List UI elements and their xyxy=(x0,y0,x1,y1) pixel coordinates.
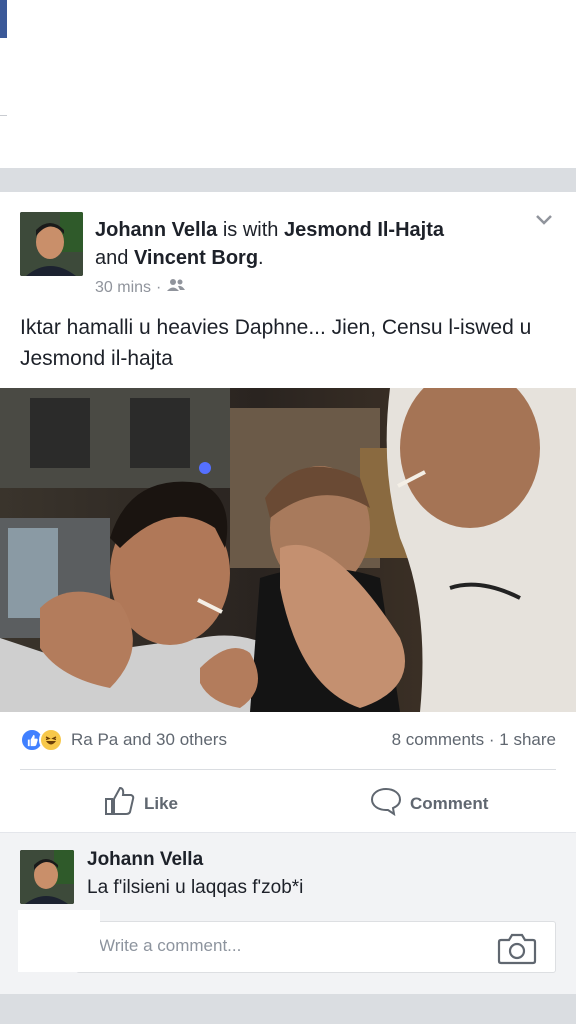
post-text: Iktar hamalli u heavies Daphne... Jien, … xyxy=(20,316,532,370)
engagement-counts: 8 comments · 1 share xyxy=(392,730,556,750)
comment-bubble-icon xyxy=(370,786,402,821)
author-avatar[interactable] xyxy=(20,212,83,276)
reactions-text: Ra Pa and 30 others xyxy=(71,730,227,749)
top-tick-line xyxy=(0,115,7,116)
post-header: Johann Vella is with Jesmond Il-Hajta an… xyxy=(95,216,525,272)
comments-count-link[interactable]: 8 comments xyxy=(392,730,485,749)
top-accent-bar xyxy=(0,0,7,38)
like-button[interactable]: Like xyxy=(104,786,178,821)
comment-label: Comment xyxy=(410,793,489,813)
reactions-summary[interactable]: Ra Pa and 30 others xyxy=(20,728,227,752)
with-text: is with xyxy=(217,219,284,241)
friends-icon xyxy=(166,278,186,297)
feed-separator-bottom xyxy=(0,994,576,1024)
author-name-link[interactable]: Johann Vella xyxy=(95,219,217,241)
feed-separator-top xyxy=(0,168,576,192)
comment-text: La f'ilsieni u laqqas f'zob*i xyxy=(87,877,304,898)
write-comment-input[interactable] xyxy=(99,936,479,956)
redaction-block xyxy=(18,910,100,972)
shares-count-link[interactable]: 1 share xyxy=(499,730,556,749)
reaction-icons xyxy=(20,728,63,752)
post-card: Johann Vella is with Jesmond Il-Hajta an… xyxy=(0,192,576,994)
action-divider xyxy=(20,769,556,770)
like-label: Like xyxy=(144,793,179,813)
post-meta: 30 mins · xyxy=(95,278,186,297)
thumbs-up-icon xyxy=(104,786,136,821)
top-blank-area xyxy=(0,0,576,168)
commenter-avatar[interactable] xyxy=(20,850,74,904)
comment-composer[interactable] xyxy=(76,921,556,973)
chevron-down-icon[interactable] xyxy=(534,212,554,228)
and-text: and xyxy=(95,247,134,269)
camera-icon[interactable] xyxy=(497,931,537,965)
tagged-friend-1[interactable]: Jesmond Il-Hajta xyxy=(284,219,444,241)
tagged-friend-2[interactable]: Vincent Borg xyxy=(134,247,258,269)
period: . xyxy=(258,247,264,269)
comment-button[interactable]: Comment xyxy=(370,786,488,821)
meta-dot: · xyxy=(156,278,162,296)
post-photo[interactable] xyxy=(0,388,576,712)
post-timestamp[interactable]: 30 mins xyxy=(95,279,151,297)
commenter-name[interactable]: Johann Vella xyxy=(87,849,203,871)
haha-reaction-icon xyxy=(39,728,63,752)
counts-dot: · xyxy=(488,730,495,749)
